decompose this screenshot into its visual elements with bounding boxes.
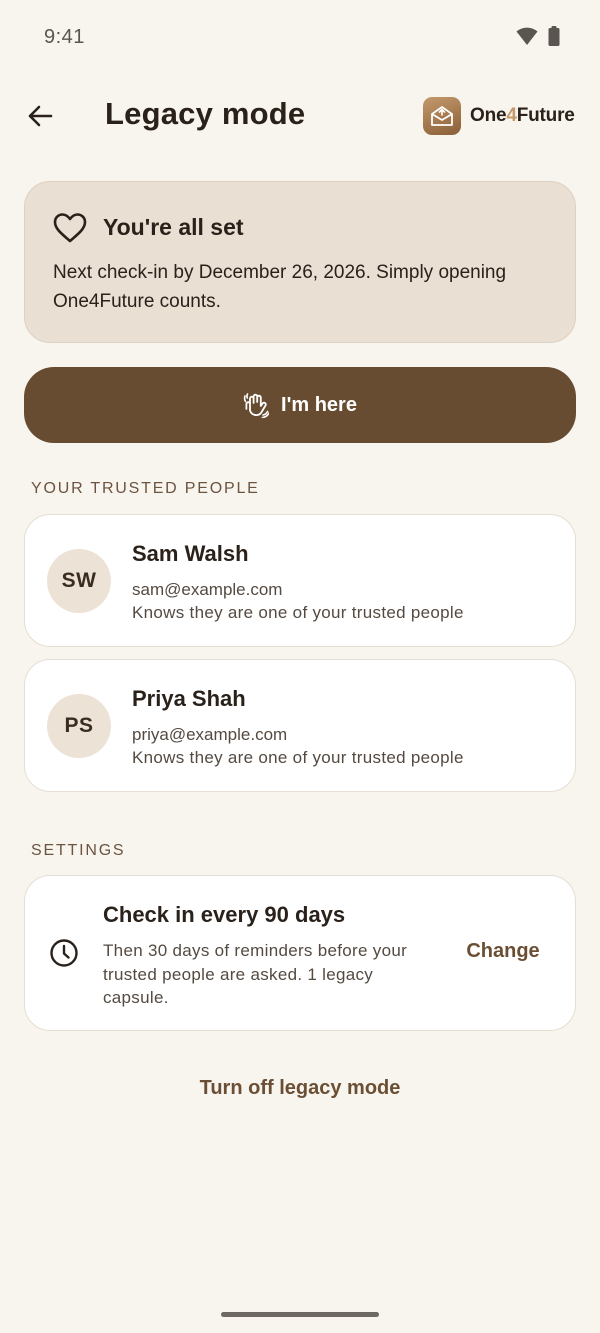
person-name: Priya Shah — [132, 686, 246, 711]
checkin-interval-title: Check in every 90 days — [103, 902, 346, 927]
envelope-logo-icon — [423, 97, 461, 135]
person-email: sam@example.com — [132, 580, 283, 599]
brand-name-prefix: One — [470, 105, 507, 126]
waving-hand-icon — [243, 393, 270, 418]
wifi-icon — [516, 27, 538, 45]
person-name: Sam Walsh — [132, 541, 249, 566]
page-title: Legacy mode — [105, 96, 306, 131]
app-bar: Legacy mode One4Future — [0, 80, 600, 152]
im-here-button[interactable]: I'm here — [24, 367, 576, 443]
status-time: 9:41 — [44, 26, 85, 48]
checkin-settings-card: Check in every 90 days Then 30 days of r… — [24, 875, 576, 1031]
status-card-title: You're all set — [103, 214, 244, 240]
trusted-person-card[interactable]: SW Sam Walsh sam@example.com Knows they … — [24, 514, 576, 647]
turn-off-legacy-mode-button[interactable]: Turn off legacy mode — [0, 1077, 600, 1100]
trusted-person-card[interactable]: PS Priya Shah priya@example.com Knows th… — [24, 659, 576, 792]
status-icons — [516, 26, 560, 46]
person-status: Knows they are one of your trusted peopl… — [132, 748, 464, 767]
change-button[interactable]: Change — [463, 940, 543, 970]
brand-name: One4Future — [470, 105, 575, 127]
settings-label: SETTINGS — [31, 842, 126, 859]
brand-name-accent: 4 — [506, 105, 517, 126]
checkin-interval-description: Then 30 days of reminders before your tr… — [103, 941, 408, 1007]
person-status: Knows they are one of your trusted peopl… — [132, 603, 464, 622]
status-bar: 9:41 — [0, 0, 600, 76]
brand-name-suffix: Future — [516, 105, 575, 126]
home-indicator[interactable] — [221, 1312, 379, 1317]
im-here-label: I'm here — [281, 393, 357, 416]
brand: One4Future — [423, 97, 575, 135]
arrow-left-icon — [28, 105, 53, 127]
back-button[interactable] — [18, 94, 62, 138]
status-card: You're all set Next check-in by December… — [24, 181, 576, 343]
clock-icon — [50, 939, 78, 967]
avatar: SW — [47, 549, 111, 613]
status-card-body: Next check-in by December 26, 2026. Simp… — [53, 262, 507, 312]
battery-icon — [548, 26, 560, 46]
trusted-people-label: YOUR TRUSTED PEOPLE — [31, 480, 260, 497]
avatar: PS — [47, 694, 111, 758]
person-email: priya@example.com — [132, 725, 288, 744]
heart-icon — [53, 213, 87, 243]
